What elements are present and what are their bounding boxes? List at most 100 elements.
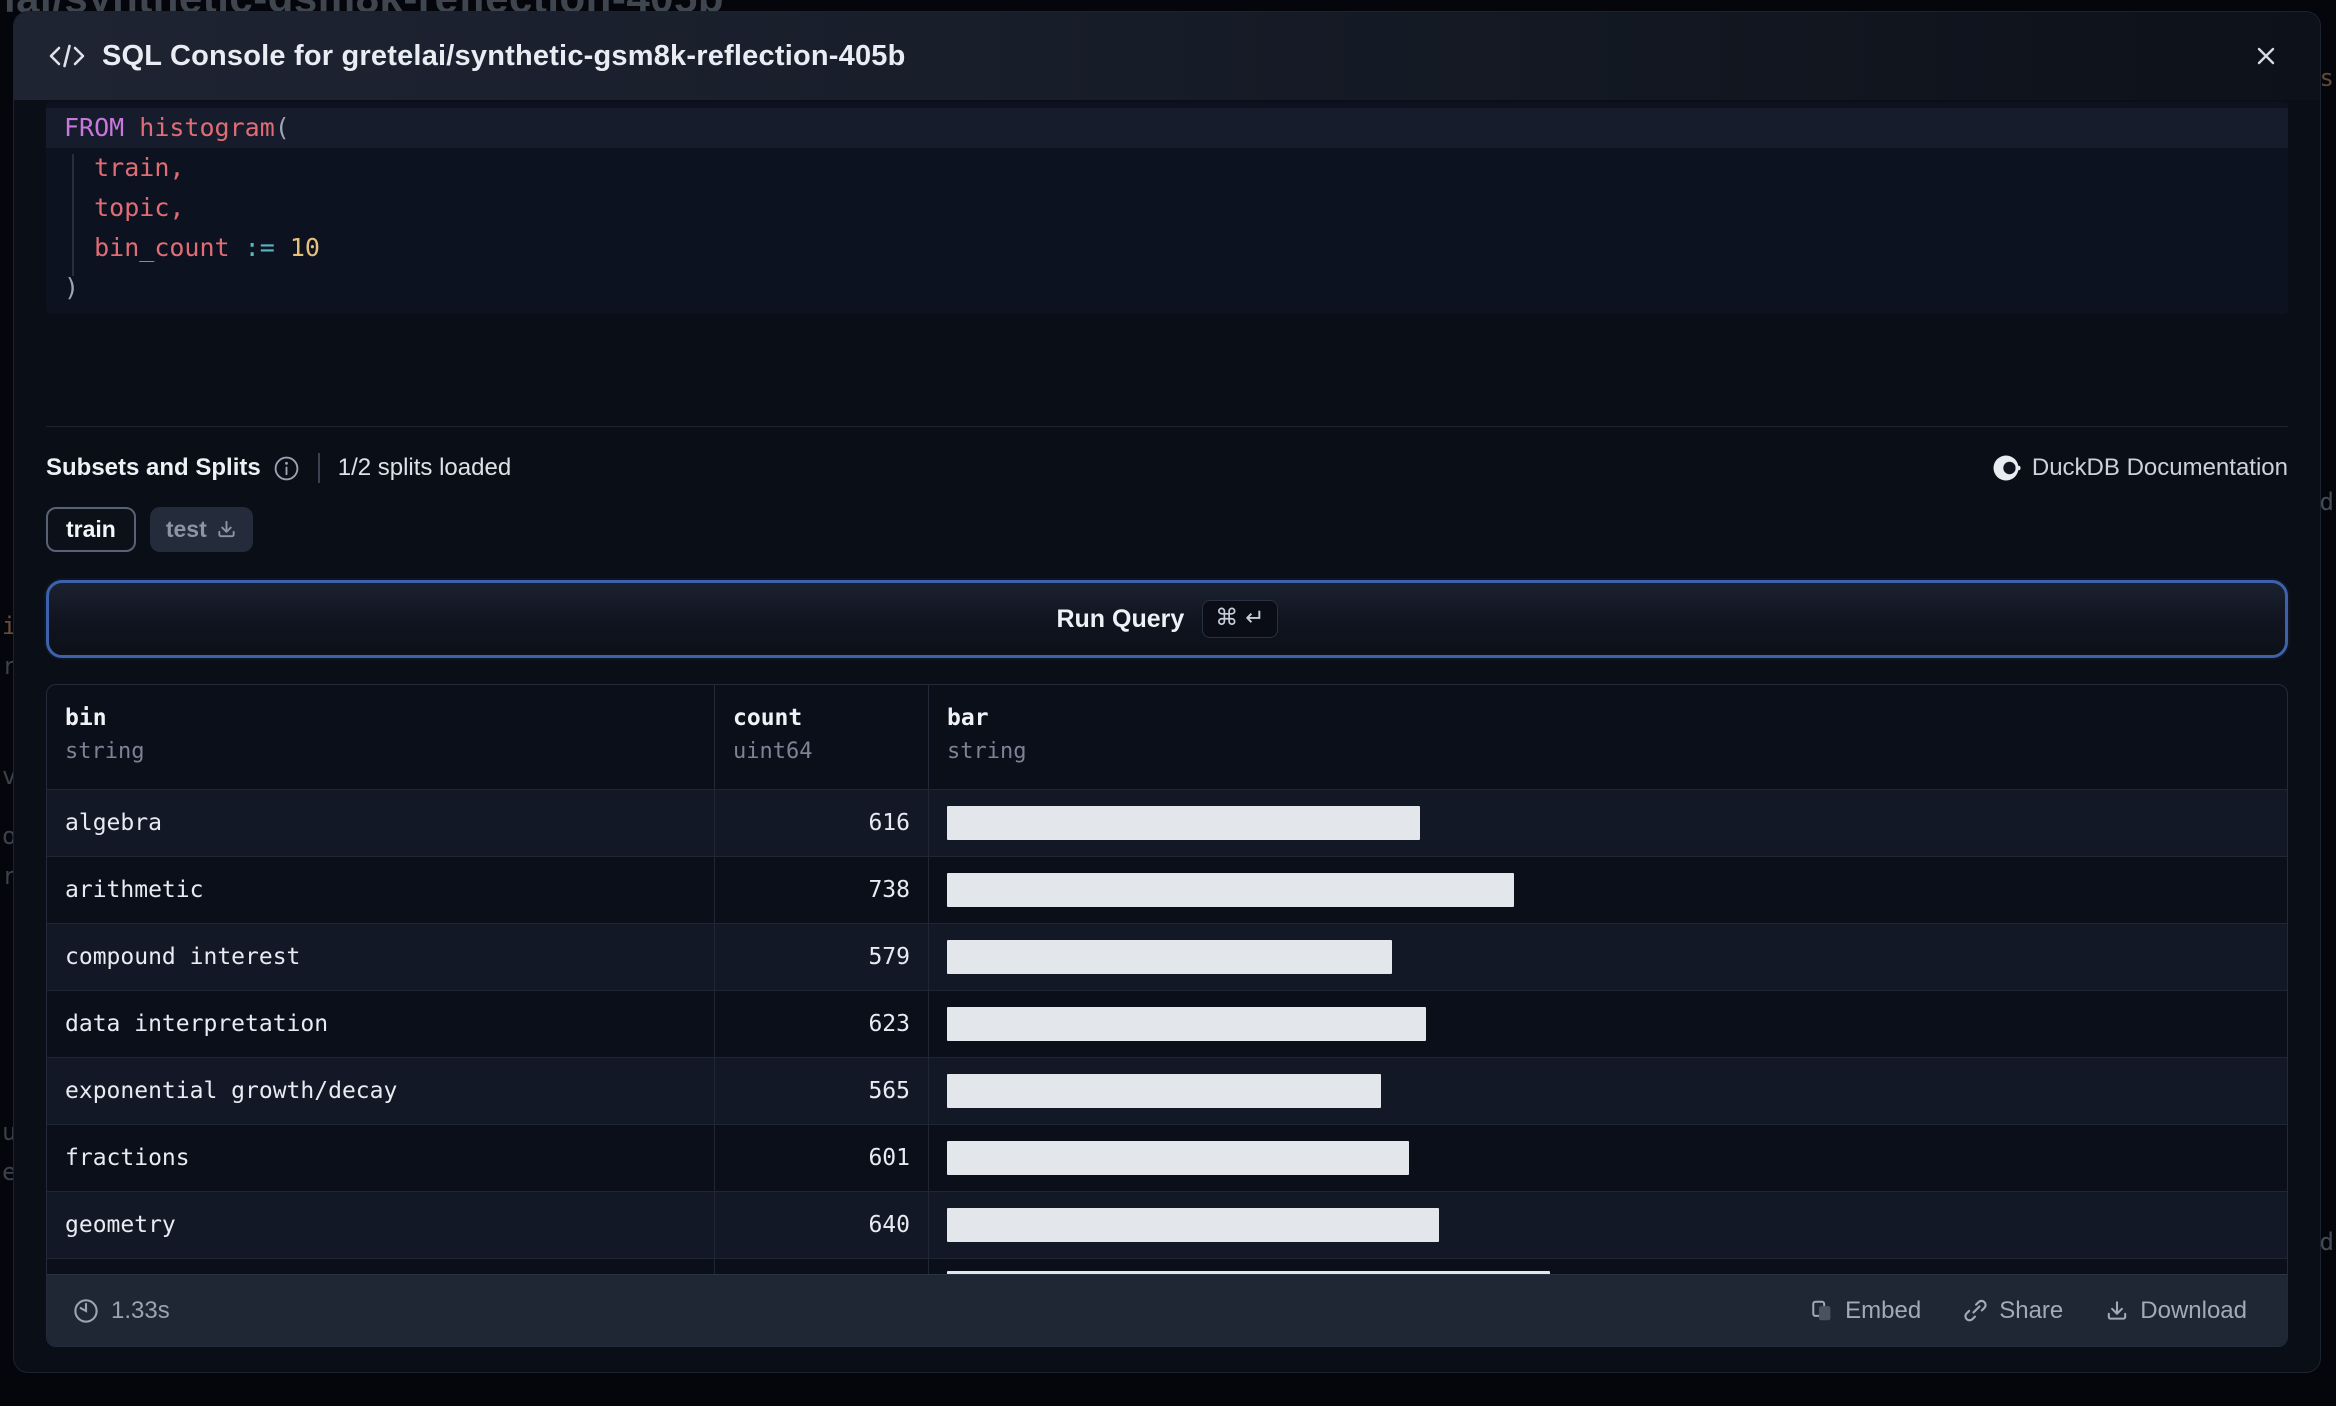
- duckdb-logo-icon: [1993, 455, 2021, 481]
- keyboard-shortcut-badge: ⌘ ↵: [1202, 600, 1278, 638]
- embed-label: Embed: [1845, 1296, 1922, 1324]
- histogram-bar: [947, 1074, 1381, 1108]
- table-row: arithmetic 738: [47, 856, 2287, 923]
- table-row: algebra 616: [47, 789, 2287, 856]
- count-cell: 616: [715, 790, 929, 856]
- count-cell: 579: [715, 924, 929, 990]
- column-type: string: [947, 739, 1027, 764]
- close-icon: [2257, 47, 2275, 65]
- modal-header: SQL Console for gretelai/synthetic-gsm8k…: [14, 12, 2320, 100]
- code-token-operator: :=: [244, 233, 275, 262]
- column-header-bar: bar string: [929, 685, 2287, 789]
- bin-cell: exponential growth/decay: [47, 1058, 715, 1124]
- info-button[interactable]: [273, 455, 300, 482]
- bar-cell: [929, 1259, 2287, 1274]
- table-footer: 1.33s Embed Share Download: [47, 1274, 2287, 1346]
- sql-code: FROM histogram( train, topic, bin_count …: [46, 108, 2288, 308]
- download-icon: [218, 520, 235, 538]
- table-row: fractions 601: [47, 1124, 2287, 1191]
- histogram-bar: [947, 940, 1392, 974]
- run-query-label: Run Query: [1056, 604, 1185, 633]
- download-label: Download: [2140, 1296, 2247, 1324]
- splits-heading: Subsets and Splits: [46, 454, 261, 481]
- bar-cell: [929, 991, 2287, 1057]
- code-line: topic,: [46, 188, 2288, 228]
- column-name: bar: [947, 705, 989, 731]
- bar-cell: [929, 1058, 2287, 1124]
- bin-cell: arithmetic: [47, 857, 715, 923]
- column-header-count: count uint64: [715, 685, 929, 789]
- split-chip-label: train: [66, 516, 116, 542]
- code-token-plain: (: [274, 113, 290, 142]
- column-header-bin: bin string: [47, 685, 715, 789]
- divider-pipe: [317, 453, 320, 483]
- count-cell: 640: [715, 1192, 929, 1258]
- splits-loaded-status: 1/2 splits loaded: [337, 454, 512, 481]
- embed-button[interactable]: Embed: [1796, 1289, 1935, 1333]
- code-token-name: train: [94, 153, 170, 182]
- code-line: bin_count := 10: [46, 228, 2288, 268]
- run-query-button[interactable]: Run Query ⌘ ↵: [46, 580, 2288, 658]
- code-token-plain: ): [64, 273, 80, 302]
- footer-actions: Embed Share Download: [1796, 1289, 2261, 1333]
- histogram-bar: [947, 1141, 1409, 1175]
- count-cell: 738: [715, 857, 929, 923]
- sql-console-modal: SQL Console for gretelai/synthetic-gsm8k…: [14, 12, 2320, 1372]
- column-type: string: [65, 739, 145, 764]
- page: { "backdrop": { "top_text": "lai/synthet…: [0, 0, 2336, 1406]
- code-token-name: ,: [169, 153, 185, 182]
- backdrop-fragment: d: [2319, 488, 2334, 516]
- sql-editor[interactable]: FROM histogram( train, topic, bin_count …: [46, 102, 2288, 314]
- table-row: [47, 1258, 2287, 1274]
- split-chips: train test: [46, 507, 2288, 552]
- bar-cell: [929, 924, 2287, 990]
- duckdb-doc-label: DuckDB Documentation: [2031, 454, 2288, 481]
- table-row: data interpretation 623: [47, 990, 2287, 1057]
- count-cell: 601: [715, 1125, 929, 1191]
- code-line: train,: [46, 148, 2288, 188]
- bin-cell: [47, 1259, 715, 1274]
- page-title: SQL Console for gretelai/synthetic-gsm8k…: [102, 39, 906, 72]
- histogram-bar: [947, 1208, 1439, 1242]
- histogram-bar: [947, 1271, 1550, 1274]
- table-row: exponential growth/decay 565: [47, 1057, 2287, 1124]
- split-chip-train[interactable]: train: [46, 507, 136, 552]
- results-table: bin string count uint64 bar string algeb…: [46, 684, 2288, 1347]
- backdrop-fragment: d: [2319, 1228, 2334, 1256]
- share-label: Share: [1999, 1296, 2064, 1324]
- download-button[interactable]: Download: [2091, 1289, 2261, 1333]
- query-duration: 1.33s: [73, 1297, 170, 1325]
- code-token-name: ,: [169, 193, 185, 222]
- info-icon: [274, 456, 299, 480]
- table-row: geometry 640: [47, 1191, 2287, 1258]
- bar-cell: [929, 1192, 2287, 1258]
- bar-cell: [929, 1125, 2287, 1191]
- clock-icon: [74, 1298, 98, 1323]
- histogram-bar: [947, 806, 1420, 840]
- bin-cell: fractions: [47, 1125, 715, 1191]
- code-token-name: topic: [94, 193, 170, 222]
- close-button[interactable]: [2246, 36, 2286, 76]
- cmd-key-icon: ⌘: [1215, 605, 1239, 631]
- column-type: uint64: [733, 739, 813, 764]
- code-line: ): [46, 268, 2288, 308]
- table-body: algebra 616 arithmetic 738 compound interest…: [47, 789, 2287, 1274]
- table-header-row: bin string count uint64 bar string: [47, 685, 2287, 789]
- count-cell: [715, 1259, 929, 1274]
- split-chip-test[interactable]: test: [149, 507, 253, 552]
- duckdb-doc-link[interactable]: DuckDB Documentation: [1993, 454, 2288, 482]
- embed-icon: [1812, 1300, 1831, 1320]
- splits-toolbar: Subsets and Splits 1/2 splits loaded Duc…: [46, 443, 2288, 493]
- bin-cell: geometry: [47, 1192, 715, 1258]
- bin-cell: compound interest: [47, 924, 715, 990]
- share-button[interactable]: Share: [1949, 1289, 2077, 1333]
- bar-cell: [929, 790, 2287, 856]
- count-cell: 565: [715, 1058, 929, 1124]
- code-icon: [49, 44, 85, 68]
- code-line: FROM histogram(: [46, 108, 2288, 148]
